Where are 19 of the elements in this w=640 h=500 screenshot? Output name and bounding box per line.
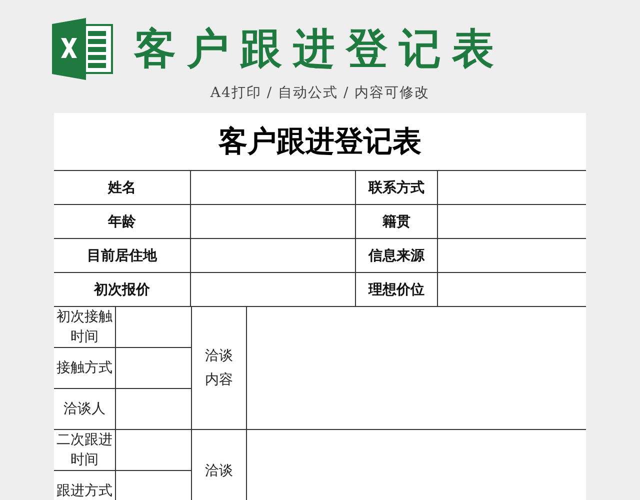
label-cell: 联系方式 — [355, 171, 438, 204]
form-title: 客户跟进登记表 — [218, 122, 422, 160]
spreadsheet-logo-icon — [52, 18, 114, 80]
label-cell: 信息来源 — [355, 239, 438, 272]
label-cell: 二次跟进时间 — [54, 430, 116, 470]
label-cell: 洽谈内容 — [191, 307, 247, 429]
label-cell: 姓名 — [54, 171, 191, 204]
label-cell: 洽谈人 — [54, 389, 116, 429]
label-cell: 理想价位 — [355, 273, 438, 306]
label-cell: 初次接触时间 — [54, 307, 116, 347]
label-cell: 初次报价 — [54, 273, 191, 306]
page-title: 客户跟进登记表 — [134, 23, 505, 75]
label-cell: 接触方式 — [54, 348, 116, 388]
label-cell: 跟进方式 — [54, 471, 116, 500]
label-cell: 洽谈 — [191, 430, 247, 500]
feature-subtitle: A4打印 / 自动公式 / 内容可修改 — [210, 85, 430, 101]
label-cell: 年龄 — [54, 205, 191, 238]
label-cell: 籍贯 — [355, 205, 438, 238]
label-cell: 目前居住地 — [54, 239, 191, 272]
